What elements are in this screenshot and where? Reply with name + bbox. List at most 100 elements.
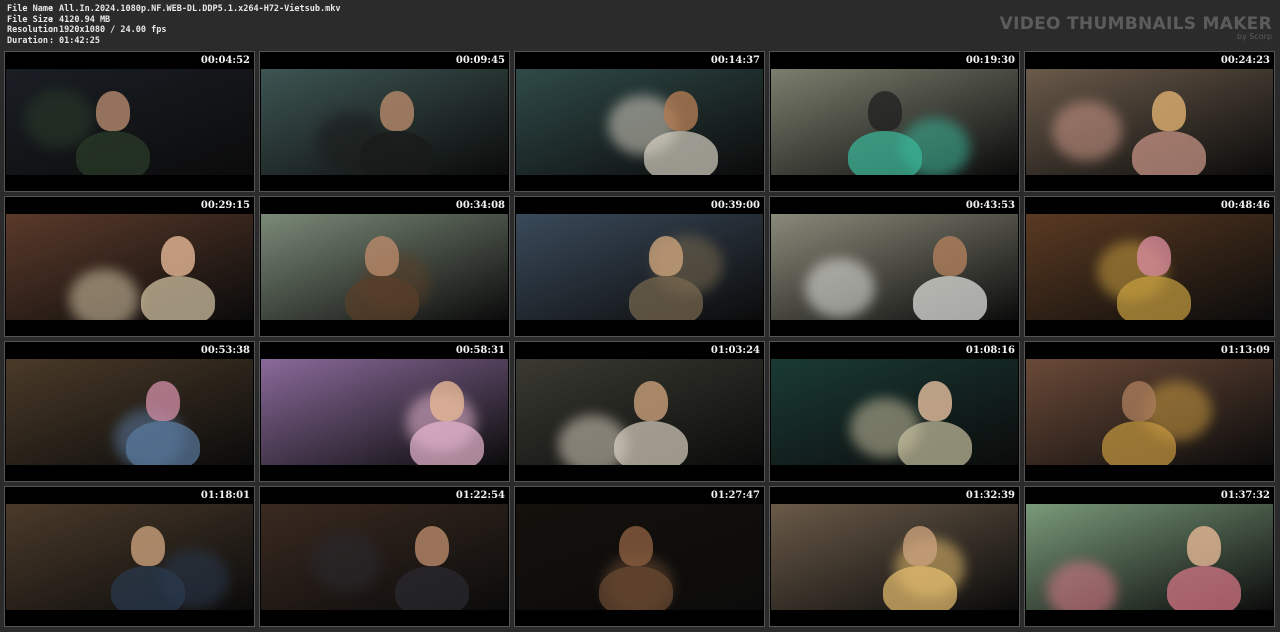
thumbnail[interactable]: 01:22:54	[259, 486, 510, 627]
duration-row: Duration : 01:42:25	[7, 36, 340, 47]
figure-silhouette	[161, 236, 195, 276]
timestamp: 00:43:53	[965, 200, 1015, 211]
timestamp: 00:04:52	[200, 55, 250, 66]
figure-silhouette	[146, 381, 180, 421]
figure-silhouette	[933, 236, 967, 276]
thumbnail[interactable]: 00:19:30	[769, 51, 1020, 192]
figure-body	[126, 421, 200, 465]
timestamp: 00:14:37	[710, 55, 760, 66]
figure-body	[1117, 276, 1191, 320]
timestamp: 01:22:54	[455, 490, 505, 501]
separator: :	[49, 35, 55, 46]
timestamp: 00:29:15	[200, 200, 250, 211]
frame-image	[1026, 504, 1273, 610]
figure-body	[898, 421, 972, 465]
thumbnail[interactable]: 00:14:37	[514, 51, 765, 192]
figure-body	[644, 131, 718, 175]
frame-image	[6, 214, 253, 320]
frame-image	[516, 504, 763, 610]
frame-image	[261, 69, 508, 175]
timestamp: 00:24:23	[1220, 55, 1270, 66]
timestamp: 01:32:39	[965, 490, 1015, 501]
scene-highlight	[69, 269, 139, 320]
figure-body	[614, 421, 688, 465]
figure-body	[360, 131, 434, 175]
separator: :	[49, 4, 55, 14]
thumbnail[interactable]: 01:18:01	[4, 486, 255, 627]
figure-silhouette	[1137, 236, 1171, 276]
figure-silhouette	[649, 236, 683, 276]
file-name-label: File Name	[7, 4, 54, 14]
figure-body	[848, 131, 922, 175]
thumbnail[interactable]: 00:39:00	[514, 196, 765, 337]
file-size-row: File Size : 4120.94 MB	[7, 15, 340, 26]
file-size-label: File Size	[7, 14, 54, 25]
scene-highlight	[805, 258, 875, 318]
thumbnail[interactable]: 00:43:53	[769, 196, 1020, 337]
figure-body	[913, 276, 987, 320]
frame-image	[516, 359, 763, 465]
timestamp: 00:39:00	[710, 200, 760, 211]
thumbnail[interactable]: 00:29:15	[4, 196, 255, 337]
thumbnail[interactable]: 00:34:08	[259, 196, 510, 337]
timestamp: 00:53:38	[200, 345, 250, 356]
brand-title: VIDEO THUMBNAILS MAKER	[999, 14, 1272, 34]
figure-silhouette	[903, 526, 937, 566]
thumbnail[interactable]: 00:04:52	[4, 51, 255, 192]
frame-image	[6, 69, 253, 175]
scene-highlight	[1047, 561, 1117, 610]
resolution-value: 1920x1080 / 24.00 fps	[59, 25, 167, 35]
figure-silhouette	[430, 381, 464, 421]
timestamp: 01:08:16	[965, 345, 1015, 356]
frame-image	[261, 214, 508, 320]
figure-silhouette	[380, 91, 414, 131]
file-info: File Name : All.In.2024.1080p.NF.WEB-DL.…	[7, 4, 340, 46]
thumbnail[interactable]: 01:32:39	[769, 486, 1020, 627]
figure-silhouette	[868, 91, 902, 131]
frame-image	[6, 359, 253, 465]
file-size-value: 4120.94 MB	[59, 14, 111, 25]
figure-silhouette	[415, 526, 449, 566]
timestamp: 00:48:46	[1220, 200, 1270, 211]
figure-body	[629, 276, 703, 320]
frame-image	[771, 504, 1018, 610]
figure-silhouette	[365, 236, 399, 276]
thumbnail[interactable]: 00:48:46	[1024, 196, 1275, 337]
frame-image	[516, 69, 763, 175]
thumbnail[interactable]: 00:53:38	[4, 341, 255, 482]
thumbnail[interactable]: 01:03:24	[514, 341, 765, 482]
file-name-row: File Name : All.In.2024.1080p.NF.WEB-DL.…	[7, 4, 340, 15]
thumbnail[interactable]: 01:27:47	[514, 486, 765, 627]
frame-image	[6, 504, 253, 610]
separator: :	[49, 25, 55, 35]
figure-body	[883, 566, 957, 610]
figure-silhouette	[1122, 381, 1156, 421]
duration-value: 01:42:25	[59, 35, 100, 46]
frame-image	[1026, 359, 1273, 465]
figure-silhouette	[131, 526, 165, 566]
figure-body	[111, 566, 185, 610]
frame-image	[261, 359, 508, 465]
frame-image	[1026, 69, 1273, 175]
branding: VIDEO THUMBNAILS MAKER by Scorp	[1000, 14, 1272, 41]
scene-highlight	[1052, 101, 1122, 161]
frame-image	[771, 214, 1018, 320]
thumbnail[interactable]: 01:08:16	[769, 341, 1020, 482]
figure-body	[141, 276, 215, 320]
figure-body	[76, 131, 150, 175]
timestamp: 01:03:24	[710, 345, 760, 356]
figure-silhouette	[664, 91, 698, 131]
thumbnail[interactable]: 00:09:45	[259, 51, 510, 192]
frame-image	[771, 359, 1018, 465]
thumbnail[interactable]: 00:24:23	[1024, 51, 1275, 192]
thumbnail[interactable]: 01:37:32	[1024, 486, 1275, 627]
resolution-label: Resolution	[7, 25, 59, 35]
figure-silhouette	[1187, 526, 1221, 566]
figure-silhouette	[1152, 91, 1186, 131]
figure-body	[395, 566, 469, 610]
timestamp: 00:34:08	[455, 200, 505, 211]
thumbnail[interactable]: 00:58:31	[259, 341, 510, 482]
figure-body	[1132, 131, 1206, 175]
thumbnail[interactable]: 01:13:09	[1024, 341, 1275, 482]
scene-highlight	[311, 532, 381, 592]
